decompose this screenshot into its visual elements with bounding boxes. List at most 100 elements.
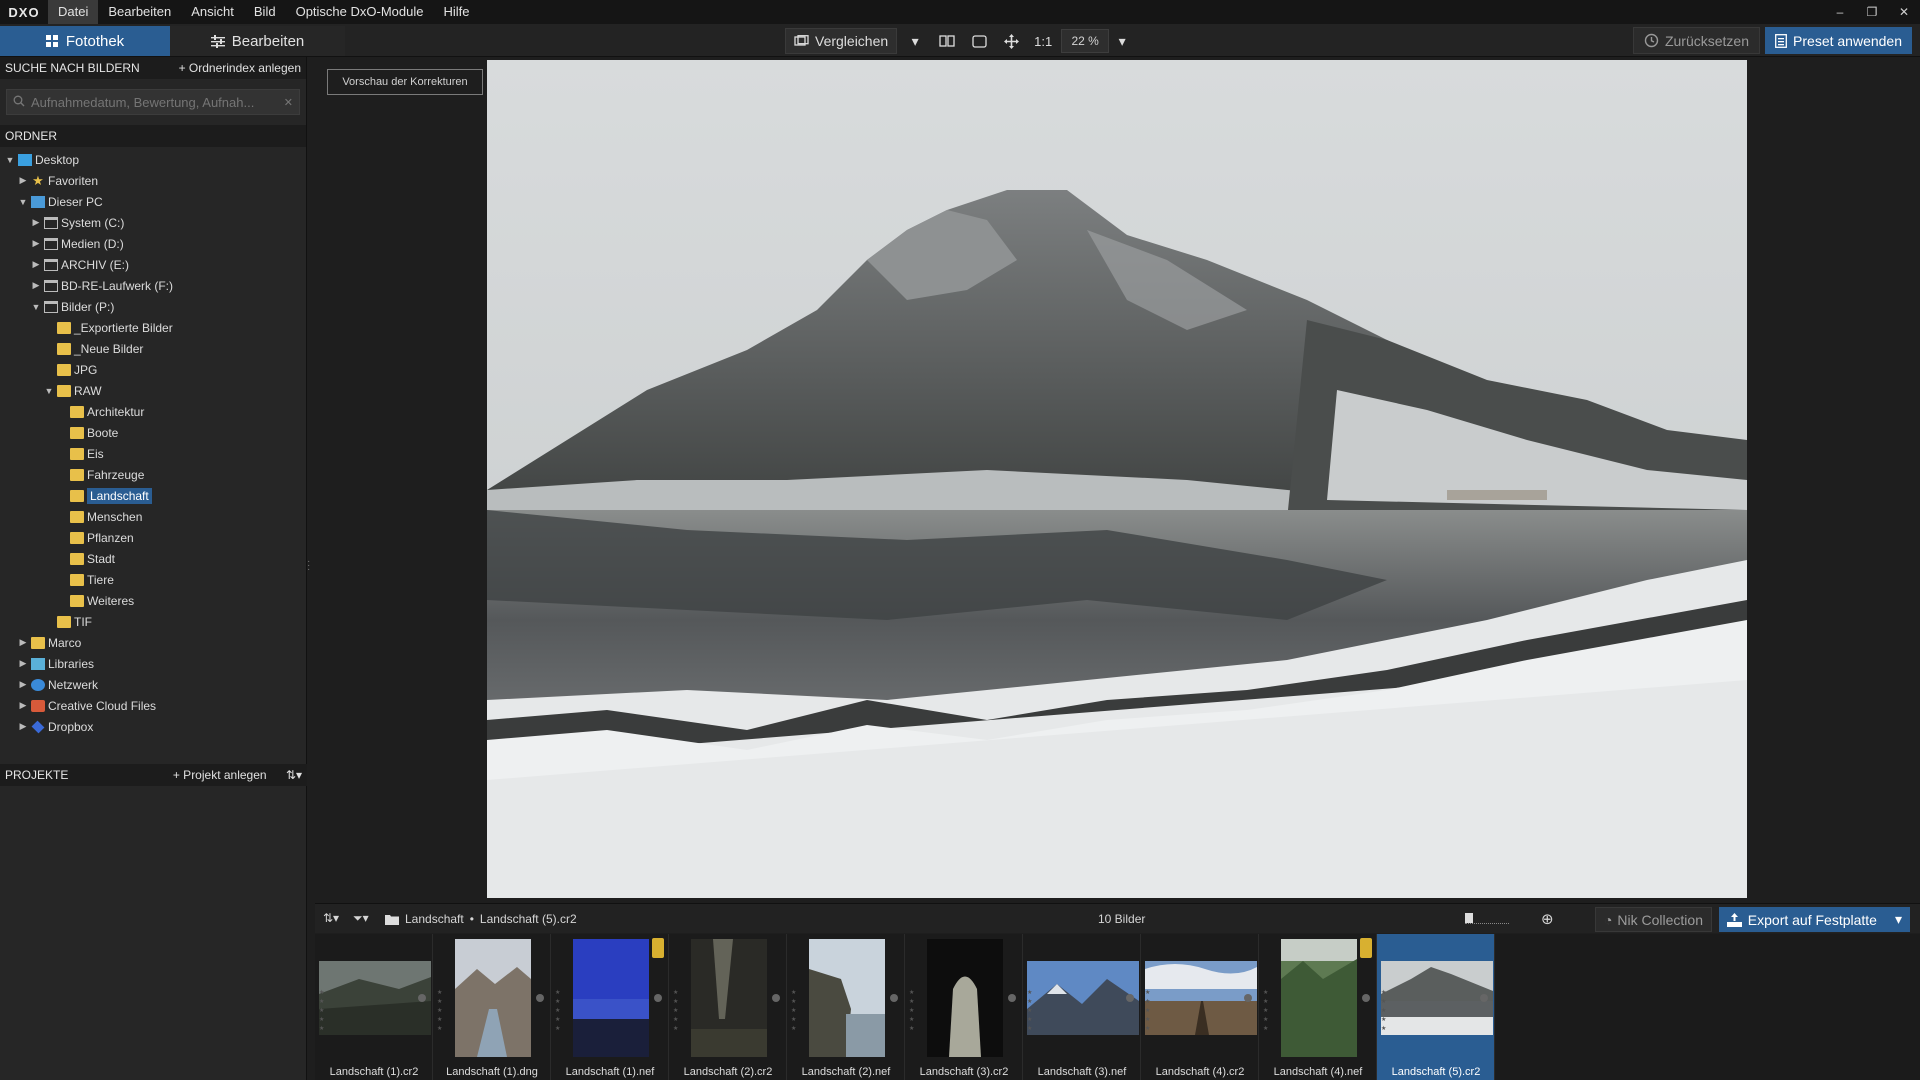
filmstrip-thumbnail[interactable]: ★ ★ ★ ★ ★ Landschaft (2).nef (787, 934, 905, 1080)
collapsed-arrow-icon[interactable]: ▶ (17, 721, 29, 732)
folder-tree-item[interactable]: ▶ Dropbox (0, 716, 306, 737)
filmstrip-thumbnail[interactable]: ★ ★ ★ ★ ★ Landschaft (5).cr2 (1377, 934, 1495, 1080)
menu-optische-module[interactable]: Optische DxO-Module (286, 0, 434, 24)
folder-tree-item[interactable]: _Exportierte Bilder (0, 317, 306, 338)
collapsed-arrow-icon[interactable]: ▶ (30, 259, 42, 270)
rating-stars-icon[interactable]: ★ ★ ★ ★ ★ (1145, 989, 1153, 1034)
collapsed-arrow-icon[interactable]: ▶ (30, 217, 42, 228)
apply-preset-button[interactable]: Preset anwenden (1765, 27, 1912, 54)
folder-tree-item[interactable]: ▶ Medien (D:) (0, 233, 306, 254)
expanded-arrow-icon[interactable]: ▼ (4, 155, 16, 165)
filmstrip-thumbnail[interactable]: ★ ★ ★ ★ ★ Landschaft (4).nef (1259, 934, 1377, 1080)
folder-tree-item[interactable]: Eis (0, 443, 306, 464)
collapsed-arrow-icon[interactable]: ▶ (17, 658, 29, 669)
folder-tree-item[interactable]: ▶ System (C:) (0, 212, 306, 233)
filter-icon[interactable]: ⏷▾ (353, 911, 369, 926)
filmstrip-thumbnail[interactable]: ★ ★ ★ ★ ★ Landschaft (1).cr2 (315, 934, 433, 1080)
folder-tree-item[interactable]: ▼ RAW (0, 380, 306, 401)
folder-tree-item[interactable]: TIF (0, 611, 306, 632)
filmstrip-thumbnail[interactable]: ★ ★ ★ ★ ★ Landschaft (2).cr2 (669, 934, 787, 1080)
sort-order-icon[interactable]: ⇅▾ (323, 911, 339, 925)
restore-button[interactable]: ❐ (1856, 0, 1888, 24)
folder-tree-item[interactable]: Pflanzen (0, 527, 306, 548)
folder-tree-item[interactable]: Weiteres (0, 590, 306, 611)
menu-datei[interactable]: Datei (48, 0, 99, 24)
collapsed-arrow-icon[interactable]: ▶ (17, 637, 29, 648)
create-folder-index-button[interactable]: + Ordnerindex anlegen (179, 61, 301, 75)
panel-resize-handle[interactable]: · · · (307, 557, 313, 575)
split-view-button[interactable] (933, 28, 961, 54)
rating-stars-icon[interactable]: ★ ★ ★ ★ ★ (673, 989, 681, 1034)
folder-tree-item[interactable]: ▼ Desktop (0, 149, 306, 170)
filmstrip-thumbnail[interactable]: ★ ★ ★ ★ ★ Landschaft (3).nef (1023, 934, 1141, 1080)
filmstrip-thumbnail[interactable]: ★ ★ ★ ★ ★ Landschaft (1).nef (551, 934, 669, 1080)
rating-stars-icon[interactable]: ★ ★ ★ ★ ★ (1381, 989, 1389, 1034)
folder-tree-item[interactable]: ▼ Dieser PC (0, 191, 306, 212)
folder-tree-item[interactable]: ▶ Marco (0, 632, 306, 653)
one-to-one-button[interactable]: 1:1 (1029, 28, 1057, 54)
clear-search-icon[interactable]: ✕ (284, 96, 293, 109)
filmstrip-thumbnail[interactable]: ★ ★ ★ ★ ★ Landschaft (3).cr2 (905, 934, 1023, 1080)
folder-tree-item[interactable]: ▶ Netzwerk (0, 674, 306, 695)
reset-button[interactable]: Zurücksetzen (1632, 27, 1760, 54)
collapsed-arrow-icon[interactable]: ▶ (30, 238, 42, 249)
rating-stars-icon[interactable]: ★ ★ ★ ★ ★ (437, 989, 445, 1034)
breadcrumb-folder[interactable]: Landschaft (405, 912, 464, 926)
rating-stars-icon[interactable]: ★ ★ ★ ★ ★ (909, 989, 917, 1034)
folder-tree-item[interactable]: ▶ BD-RE-Laufwerk (F:) (0, 275, 306, 296)
menu-bearbeiten[interactable]: Bearbeiten (98, 0, 181, 24)
zoom-dropdown[interactable]: ▾ (1113, 28, 1131, 54)
rating-stars-icon[interactable]: ★ ★ ★ ★ ★ (555, 989, 563, 1034)
chevron-down-icon[interactable]: ▾ (1895, 911, 1902, 928)
move-tool-button[interactable] (997, 28, 1025, 54)
nik-collection-button[interactable]: ◔ Nik Collection (1594, 907, 1712, 932)
sync-icon[interactable]: ⊕ (1541, 910, 1554, 928)
folder-tree-item[interactable]: ▶ Creative Cloud Files (0, 695, 306, 716)
filmstrip-thumbnail[interactable]: ★ ★ ★ ★ ★ Landschaft (4).cr2 (1141, 934, 1259, 1080)
sort-icon[interactable]: ⇅▾ (286, 768, 302, 782)
rating-stars-icon[interactable]: ★ ★ ★ ★ ★ (319, 989, 327, 1034)
folder-tree-item[interactable]: ▶ ARCHIV (E:) (0, 254, 306, 275)
create-project-button[interactable]: + Projekt anlegen ⇅▾ (173, 768, 302, 782)
rating-stars-icon[interactable]: ★ ★ ★ ★ ★ (791, 989, 799, 1034)
folder-tree-item[interactable]: ▶ Libraries (0, 653, 306, 674)
thumbnail-size-slider[interactable] (1465, 913, 1509, 924)
close-button[interactable]: ✕ (1888, 0, 1920, 24)
menu-bild[interactable]: Bild (244, 0, 286, 24)
compare-dropdown[interactable]: ▾ (901, 28, 929, 54)
slider-handle[interactable] (1465, 913, 1473, 923)
menu-hilfe[interactable]: Hilfe (433, 0, 479, 24)
folder-tree-item[interactable]: Fahrzeuge (0, 464, 306, 485)
zoom-level-field[interactable]: 22 % (1061, 29, 1110, 53)
tab-bearbeiten[interactable]: Bearbeiten (170, 26, 345, 56)
crop-view-button[interactable] (965, 28, 993, 54)
minimize-button[interactable]: – (1824, 0, 1856, 24)
folder-tree-item[interactable]: Menschen (0, 506, 306, 527)
tab-fotothek[interactable]: Fotothek (0, 26, 170, 56)
collapsed-arrow-icon[interactable]: ▶ (30, 280, 42, 291)
expanded-arrow-icon[interactable]: ▼ (30, 302, 42, 312)
collapsed-arrow-icon[interactable]: ▶ (17, 700, 29, 711)
search-input[interactable] (31, 94, 278, 110)
menu-ansicht[interactable]: Ansicht (181, 0, 244, 24)
expanded-arrow-icon[interactable]: ▼ (43, 386, 55, 396)
folder-tree-item[interactable]: ▶ ★ Favoriten (0, 170, 306, 191)
filmstrip-thumbnail[interactable]: ★ ★ ★ ★ ★ Landschaft (1).dng (433, 934, 551, 1080)
export-to-disk-button[interactable]: Export auf Festplatte ▾ (1718, 907, 1910, 932)
compare-button[interactable]: Vergleichen (785, 28, 898, 54)
folder-tree-item[interactable]: ▼ Bilder (P:) (0, 296, 306, 317)
folder-tree-item[interactable]: Architektur (0, 401, 306, 422)
folder-tree-item[interactable]: _Neue Bilder (0, 338, 306, 359)
expanded-arrow-icon[interactable]: ▼ (17, 197, 29, 207)
filmstrip: ★ ★ ★ ★ ★ Landschaft (1).cr2 ★ ★ ★ ★ ★ Landschaft (… (315, 934, 1920, 1080)
folder-tree-item[interactable]: Landschaft (0, 485, 306, 506)
folder-tree-item[interactable]: Boote (0, 422, 306, 443)
rating-stars-icon[interactable]: ★ ★ ★ ★ ★ (1027, 989, 1035, 1034)
preview-corrections-button[interactable]: Vorschau der Korrekturen (327, 69, 483, 95)
collapsed-arrow-icon[interactable]: ▶ (17, 679, 29, 690)
rating-stars-icon[interactable]: ★ ★ ★ ★ ★ (1263, 989, 1271, 1034)
folder-tree-item[interactable]: Stadt (0, 548, 306, 569)
folder-tree-item[interactable]: Tiere (0, 569, 306, 590)
folder-tree-item[interactable]: JPG (0, 359, 306, 380)
collapsed-arrow-icon[interactable]: ▶ (17, 175, 29, 186)
